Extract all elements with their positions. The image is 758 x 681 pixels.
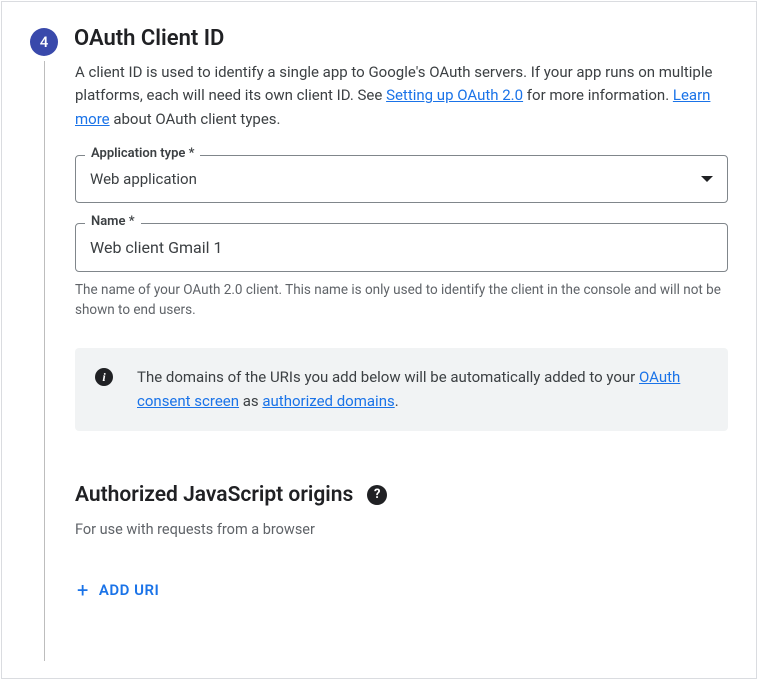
info-icon: i xyxy=(95,368,113,386)
authorized-origins-description: For use with requests from a browser xyxy=(75,521,728,538)
name-helper-text: The name of your OAuth 2.0 client. This … xyxy=(75,280,728,321)
section-title: OAuth Client ID xyxy=(74,26,728,51)
application-type-value: Web application xyxy=(90,170,197,188)
add-uri-label: ADD URI xyxy=(99,581,159,599)
help-icon[interactable]: ? xyxy=(367,485,387,505)
name-input[interactable] xyxy=(75,223,728,272)
step-number-badge: 4 xyxy=(30,28,58,56)
info-text: The domains of the URIs you add below wi… xyxy=(137,366,708,413)
name-field: Name * xyxy=(75,223,728,272)
info-box: i The domains of the URIs you add below … xyxy=(75,348,728,431)
section-description: A client ID is used to identify a single… xyxy=(75,61,728,131)
link-authorized-domains[interactable]: authorized domains xyxy=(262,392,394,410)
application-type-select[interactable]: Web application xyxy=(75,155,728,203)
application-type-field: Application type * Web application xyxy=(75,155,728,203)
application-type-label: Application type * xyxy=(85,146,200,161)
oauth-client-id-panel: 4 OAuth Client ID A client ID is used to… xyxy=(1,1,757,679)
plus-icon: + xyxy=(77,580,89,600)
name-label: Name * xyxy=(85,214,141,229)
add-uri-button[interactable]: + ADD URI xyxy=(75,574,161,606)
chevron-down-icon xyxy=(701,176,713,182)
authorized-origins-title: Authorized JavaScript origins ? xyxy=(75,483,728,507)
link-setting-up-oauth[interactable]: Setting up OAuth 2.0 xyxy=(386,86,523,104)
